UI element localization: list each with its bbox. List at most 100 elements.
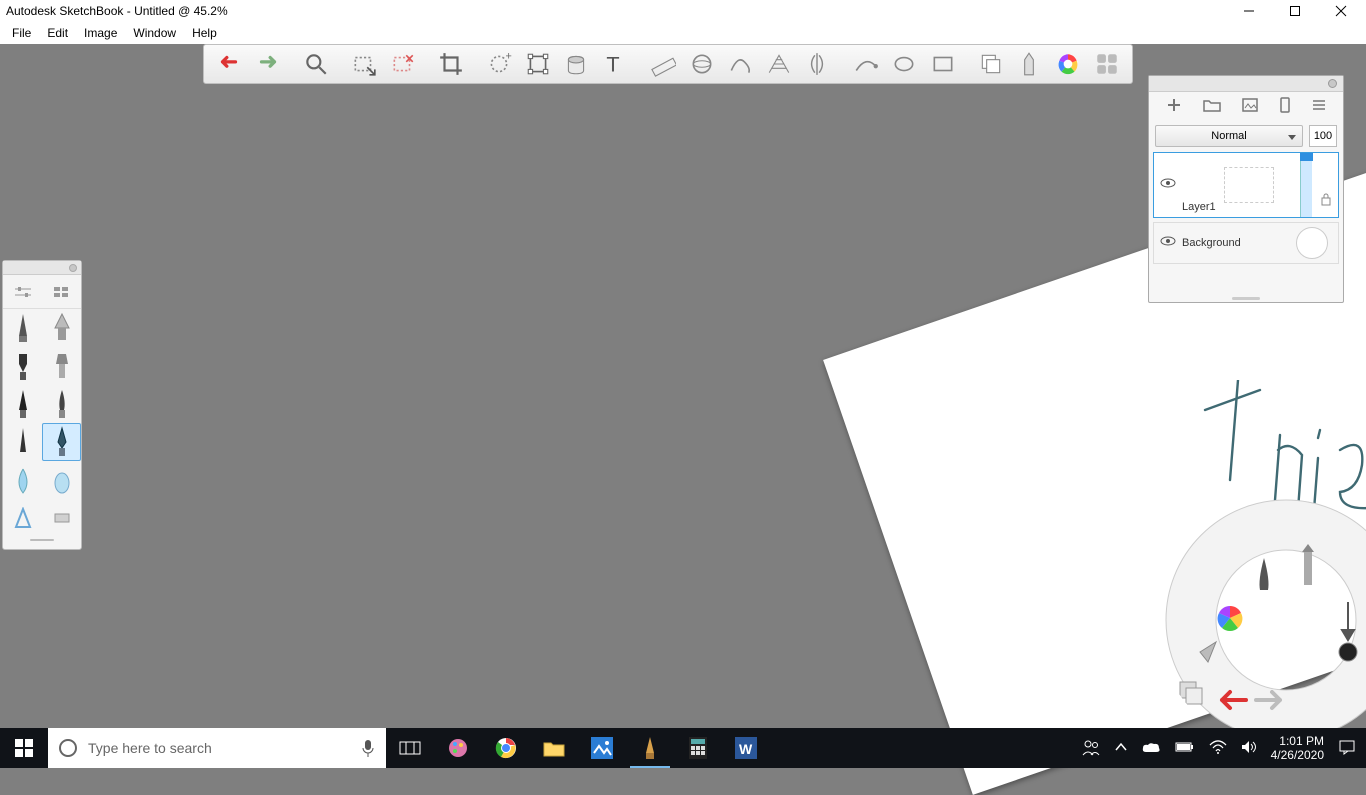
layers-button[interactable] bbox=[972, 45, 1011, 83]
brush-brushpen[interactable] bbox=[42, 385, 81, 423]
visibility-icon[interactable] bbox=[1160, 176, 1180, 194]
tray-battery-icon[interactable] bbox=[1175, 741, 1195, 756]
layer-thumbnail bbox=[1224, 167, 1274, 203]
brush-eraser-hard[interactable] bbox=[3, 499, 42, 537]
cortana-icon bbox=[58, 738, 78, 758]
transform-button[interactable] bbox=[519, 45, 558, 83]
blend-mode-dropdown[interactable]: Normal bbox=[1155, 125, 1303, 147]
collapse-icon[interactable] bbox=[1328, 79, 1337, 88]
puck-black-swatch[interactable] bbox=[1339, 643, 1357, 661]
layers-menu-button[interactable] bbox=[1312, 98, 1326, 116]
start-button[interactable] bbox=[0, 728, 48, 768]
brush-eraser-soft[interactable] bbox=[42, 499, 81, 537]
opacity-field[interactable]: 100 bbox=[1309, 125, 1337, 147]
brush-library-toggle[interactable] bbox=[42, 275, 81, 309]
lock-icon[interactable] bbox=[1320, 192, 1332, 211]
symmetry-button[interactable] bbox=[798, 45, 837, 83]
brush-felttip[interactable] bbox=[3, 423, 42, 461]
fill-button[interactable] bbox=[557, 45, 596, 83]
brush-palette-resize-handle[interactable] bbox=[3, 537, 81, 543]
brush-marker[interactable] bbox=[3, 347, 42, 385]
tray-chevron-up-icon[interactable] bbox=[1115, 741, 1127, 755]
brush-inkpen-selected[interactable] bbox=[42, 423, 81, 461]
add-layer-button[interactable] bbox=[1166, 97, 1182, 118]
menu-edit[interactable]: Edit bbox=[39, 24, 76, 42]
title-bar: Autodesk SketchBook - Untitled @ 45.2% bbox=[0, 0, 1366, 22]
brush-airbrush[interactable] bbox=[42, 309, 81, 347]
device-icon[interactable] bbox=[1279, 97, 1291, 118]
selection-rect-button[interactable] bbox=[345, 45, 384, 83]
search-box[interactable]: Type here to search bbox=[48, 728, 386, 768]
puck-current-brush-icon[interactable] bbox=[1342, 602, 1354, 640]
brush-palette-header[interactable] bbox=[3, 261, 81, 275]
task-view-button[interactable] bbox=[386, 728, 434, 768]
taskbar-app-photos[interactable] bbox=[578, 728, 626, 768]
taskbar-app-paint[interactable] bbox=[434, 728, 482, 768]
system-tray: 1:01 PM 4/26/2020 bbox=[1081, 734, 1366, 762]
tray-onedrive-icon[interactable] bbox=[1141, 740, 1161, 757]
menu-help[interactable]: Help bbox=[184, 24, 225, 42]
svg-text:T: T bbox=[606, 52, 619, 77]
tray-clock[interactable]: 1:01 PM 4/26/2020 bbox=[1271, 734, 1324, 762]
blend-mode-label: Normal bbox=[1211, 130, 1246, 142]
layers-panel[interactable]: Normal 100 Layer1 Background bbox=[1148, 75, 1344, 303]
maximize-button[interactable] bbox=[1272, 0, 1318, 22]
brush-properties-button[interactable] bbox=[3, 275, 42, 309]
text-button[interactable]: T bbox=[596, 45, 635, 83]
svg-text:+: + bbox=[506, 51, 512, 63]
shape-ellipse-button[interactable] bbox=[885, 45, 924, 83]
ui-toggle-button[interactable] bbox=[1087, 45, 1126, 83]
tray-people-icon[interactable] bbox=[1081, 738, 1101, 759]
menu-file[interactable]: File bbox=[4, 24, 39, 42]
taskbar-app-explorer[interactable] bbox=[530, 728, 578, 768]
puck-brush-icon[interactable] bbox=[1260, 558, 1269, 590]
brush-palette[interactable] bbox=[2, 260, 82, 550]
layer-row-background[interactable]: Background bbox=[1153, 222, 1339, 264]
taskbar-app-sketchbook[interactable] bbox=[626, 728, 674, 768]
puck-color-icon[interactable] bbox=[1218, 606, 1243, 631]
taskbar-app-chrome[interactable] bbox=[482, 728, 530, 768]
window-title: Autodesk SketchBook - Untitled @ 45.2% bbox=[6, 4, 228, 18]
collapse-icon[interactable] bbox=[69, 264, 77, 272]
brush-ballpoint[interactable] bbox=[3, 385, 42, 423]
perspective-button[interactable] bbox=[760, 45, 799, 83]
layer-row-layer1[interactable]: Layer1 bbox=[1153, 152, 1339, 218]
brush-pencil[interactable] bbox=[3, 309, 42, 347]
undo-button[interactable] bbox=[210, 45, 249, 83]
shape-rect-button[interactable] bbox=[923, 45, 962, 83]
background-color-swatch[interactable] bbox=[1296, 227, 1328, 259]
tray-notifications-icon[interactable] bbox=[1338, 739, 1356, 758]
layers-panel-header[interactable] bbox=[1149, 76, 1343, 92]
brush-chisel[interactable] bbox=[42, 347, 81, 385]
crop-button[interactable] bbox=[432, 45, 471, 83]
puck-tools-icon[interactable] bbox=[1302, 544, 1314, 585]
french-curve-button[interactable] bbox=[721, 45, 760, 83]
taskbar-app-calculator[interactable] bbox=[674, 728, 722, 768]
menu-image[interactable]: Image bbox=[76, 24, 125, 42]
image-icon[interactable] bbox=[1242, 98, 1258, 117]
taskbar-app-word[interactable]: W bbox=[722, 728, 770, 768]
brush-paintbrush-soft[interactable] bbox=[3, 461, 42, 499]
zoom-button[interactable] bbox=[297, 45, 336, 83]
ellipse-guide-button[interactable] bbox=[682, 45, 721, 83]
brush-library-button[interactable] bbox=[1010, 45, 1049, 83]
mic-icon[interactable] bbox=[360, 738, 376, 758]
lasso-add-button[interactable]: + bbox=[480, 45, 519, 83]
tray-time: 1:01 PM bbox=[1271, 734, 1324, 748]
close-button[interactable] bbox=[1318, 0, 1364, 22]
menu-window[interactable]: Window bbox=[125, 24, 184, 42]
color-wheel-button[interactable] bbox=[1049, 45, 1088, 83]
layer-name[interactable]: Layer1 bbox=[1182, 201, 1216, 213]
opacity-slider[interactable] bbox=[1300, 153, 1312, 217]
ruler-button[interactable] bbox=[644, 45, 683, 83]
tray-volume-icon[interactable] bbox=[1241, 740, 1257, 757]
steady-stroke-button[interactable] bbox=[846, 45, 885, 83]
redo-button[interactable] bbox=[249, 45, 288, 83]
tray-wifi-icon[interactable] bbox=[1209, 740, 1227, 757]
folder-icon[interactable] bbox=[1203, 98, 1221, 117]
selection-clear-button[interactable] bbox=[384, 45, 423, 83]
visibility-icon[interactable] bbox=[1160, 234, 1180, 252]
brush-paintbrush-hard[interactable] bbox=[42, 461, 81, 499]
layers-panel-resize-handle[interactable] bbox=[1149, 294, 1343, 302]
minimize-button[interactable] bbox=[1226, 0, 1272, 22]
